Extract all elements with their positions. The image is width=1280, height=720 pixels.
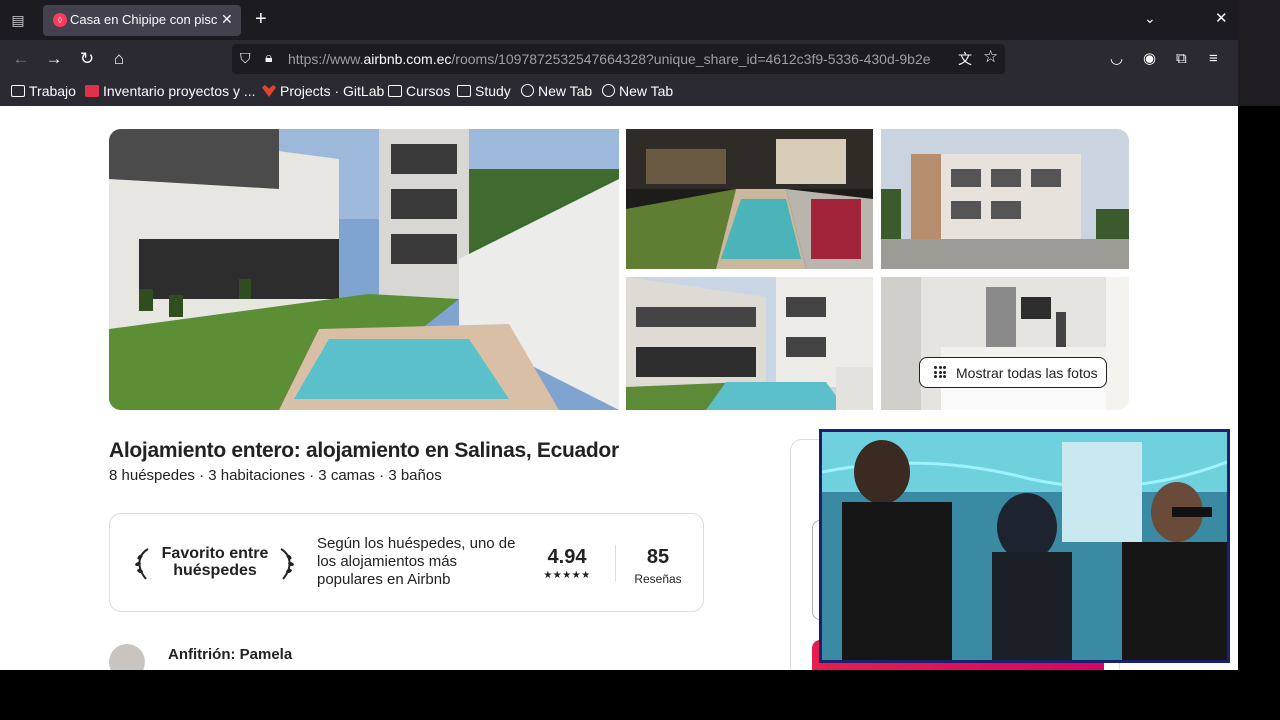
account-icon[interactable]: ◉ xyxy=(1143,49,1156,69)
show-all-photos-button[interactable]: Mostrar todas las fotos xyxy=(919,357,1107,388)
laurel-left-icon xyxy=(135,548,149,580)
bookmark-gitlab[interactable]: Projects · GitLab xyxy=(262,83,384,99)
folder-icon xyxy=(11,85,25,97)
pocket-icon[interactable]: ◡ xyxy=(1110,49,1123,69)
photo-courtyard[interactable] xyxy=(626,277,873,410)
listing-title: Alojamiento entero: alojamiento en Salin… xyxy=(109,439,619,462)
grid-dots-icon xyxy=(934,366,946,378)
reviews-link[interactable]: 85 Reseñas xyxy=(630,546,686,586)
rating-value: 4.94 xyxy=(547,546,587,568)
globe-icon xyxy=(602,84,615,97)
stars-icon: ★★★★★ xyxy=(543,570,591,581)
host-name: Anfitrión: Pamela xyxy=(168,646,293,663)
laurel-right-icon xyxy=(280,548,294,580)
divider xyxy=(615,545,616,581)
plus-icon[interactable]: + xyxy=(255,8,267,30)
guest-favorite-description: Según los huéspedes, uno de los alojamie… xyxy=(317,535,516,588)
close-icon[interactable]: ✕ xyxy=(221,11,233,28)
photo-pool-night[interactable] xyxy=(626,129,873,269)
gitlab-icon xyxy=(262,85,276,97)
bookmark-new-tab-1[interactable]: New Tab xyxy=(521,83,592,99)
folder-icon xyxy=(457,85,471,97)
chevron-down-icon[interactable]: ⌄ xyxy=(1144,10,1156,27)
photo-exterior[interactable] xyxy=(881,129,1129,269)
browser-window: ▤ ◊ Casa en Chipipe con piscina ✕ + ⌄ ✕ … xyxy=(0,0,1238,670)
back-arrow-icon[interactable]: ← xyxy=(10,48,32,70)
bookmark-inventario[interactable]: Inventario proyectos y ... xyxy=(85,83,256,99)
folder-icon xyxy=(388,85,402,97)
tab-list-icon[interactable]: ▤ xyxy=(8,10,28,30)
sheet-icon xyxy=(85,85,99,97)
star-icon[interactable]: ☆ xyxy=(983,47,998,67)
bookmark-new-tab-2[interactable]: New Tab xyxy=(602,83,673,99)
screen-edge xyxy=(1238,0,1280,106)
globe-icon xyxy=(521,84,534,97)
rating: 4.94 ★★★★★ xyxy=(539,546,595,581)
shield-icon[interactable]: ⛉ xyxy=(240,50,251,67)
guest-favorite-card[interactable]: Favorito entre huéspedes Según los huésp… xyxy=(109,513,704,612)
forward-arrow-icon[interactable]: → xyxy=(43,48,65,70)
bookmark-trabajo[interactable]: Trabajo xyxy=(11,83,76,99)
window-close-icon[interactable]: ✕ xyxy=(1215,9,1228,27)
photo-main[interactable] xyxy=(109,129,619,410)
reviews-label: Reseñas xyxy=(634,572,682,586)
photo-kitchen[interactable] xyxy=(881,277,1129,410)
guest-favorite-label: Favorito entre huéspedes xyxy=(161,545,269,579)
lock-icon[interactable]: 🔒︎ xyxy=(265,49,272,66)
airbnb-favicon-icon: ◊ xyxy=(53,13,67,27)
nav-bar: ← → ↻ ⌂ ⛉ 🔒︎ https://www.airbnb.com.ec/r… xyxy=(0,40,1238,78)
bookmark-study[interactable]: Study xyxy=(457,83,511,99)
translate-icon[interactable]: 文 xyxy=(958,49,972,69)
url-bar[interactable]: ⛉ 🔒︎ https://www.airbnb.com.ec/rooms/109… xyxy=(232,44,1005,74)
listing-summary: 8 huéspedes · 3 habitaciones · 3 camas ·… xyxy=(109,467,442,484)
url-text[interactable]: https://www.airbnb.com.ec/rooms/10978725… xyxy=(288,51,943,67)
extensions-icon[interactable]: ⧉ xyxy=(1176,49,1187,69)
bookmark-cursos[interactable]: Cursos xyxy=(388,83,450,99)
bookmarks-bar: Trabajo Inventario proyectos y ... Proje… xyxy=(0,78,1238,106)
menu-icon[interactable]: ≡ xyxy=(1209,49,1218,69)
tab-bar: ▤ ◊ Casa en Chipipe con piscina ✕ + ⌄ ✕ xyxy=(0,0,1238,40)
host-avatar[interactable] xyxy=(109,644,145,670)
tab-active[interactable]: ◊ Casa en Chipipe con piscina ✕ xyxy=(43,5,241,36)
tab-title: Casa en Chipipe con piscina xyxy=(70,12,218,27)
home-icon[interactable]: ⌂ xyxy=(108,48,130,70)
reviews-count: 85 xyxy=(646,546,670,568)
webcam-overlay xyxy=(819,429,1230,663)
reload-icon[interactable]: ↻ xyxy=(76,48,98,70)
